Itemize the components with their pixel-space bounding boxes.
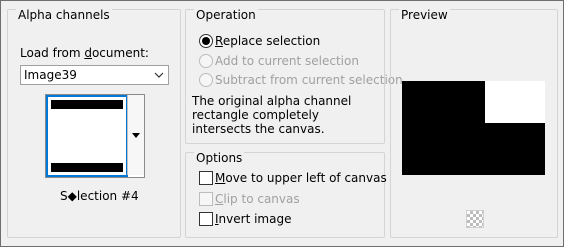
- load-alpha-channel-dialog: Alpha channels Load from document: Image…: [0, 0, 564, 247]
- preview-white-area: [485, 81, 545, 123]
- channel-thumbnail-picker[interactable]: [45, 94, 145, 178]
- transparency-checker-icon[interactable]: [466, 210, 484, 228]
- operation-title: Operation: [194, 8, 258, 22]
- move-upper-left-checkbox[interactable]: [199, 171, 213, 185]
- add-selection-radio[interactable]: [199, 54, 213, 68]
- move-upper-left-label[interactable]: Move to upper left of canvas: [215, 171, 387, 185]
- operation-description: The original alpha channel rectangle com…: [192, 94, 352, 136]
- preview-title: Preview: [399, 8, 450, 22]
- subtract-selection-label[interactable]: Subtract from current selection: [215, 73, 403, 87]
- preview-image: [402, 81, 545, 175]
- replace-selection-label[interactable]: Replace selection: [215, 34, 320, 48]
- invert-image-checkbox[interactable]: [199, 212, 213, 226]
- invert-image-label[interactable]: Invert image: [215, 212, 291, 226]
- add-selection-label[interactable]: Add to current selection: [215, 54, 359, 68]
- document-select-value: Image39: [24, 68, 77, 82]
- document-select[interactable]: Image39: [20, 65, 169, 85]
- load-from-document-label: Load from document:: [20, 46, 149, 60]
- selection-name-label: S◆lection #4: [60, 189, 139, 203]
- alpha-channels-title: Alpha channels: [16, 8, 112, 22]
- subtract-selection-radio[interactable]: [199, 73, 213, 87]
- clip-to-canvas-label[interactable]: Clip to canvas: [215, 192, 300, 206]
- chevron-down-icon[interactable]: [152, 68, 166, 82]
- channel-thumbnail-selected[interactable]: [46, 95, 128, 177]
- options-title: Options: [194, 151, 245, 165]
- triangle-down-icon: [132, 132, 140, 138]
- thumbnail-dropdown-button[interactable]: [127, 95, 144, 175]
- channel-thumbnail-image: [51, 100, 123, 172]
- clip-to-canvas-checkbox[interactable]: [199, 192, 213, 206]
- replace-selection-radio[interactable]: [199, 34, 213, 48]
